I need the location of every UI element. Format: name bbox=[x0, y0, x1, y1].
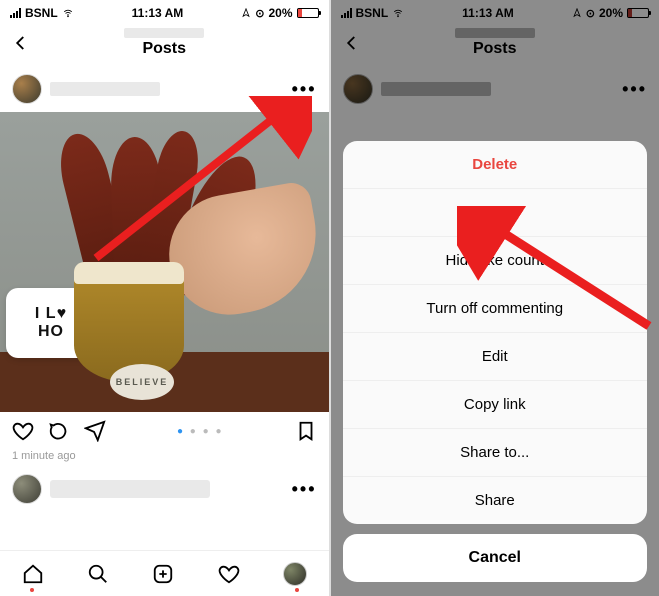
comment-icon[interactable] bbox=[48, 420, 70, 442]
phone-right: BSNL 11:13 AM ⊙ 20% Posts bbox=[331, 0, 659, 596]
menu-share[interactable]: Share bbox=[343, 477, 648, 524]
heart-icon[interactable] bbox=[12, 420, 34, 442]
clock-label: 11:13 AM bbox=[74, 6, 242, 20]
action-sheet-overlay[interactable]: Delete Archive Hide like count Turn off … bbox=[331, 0, 659, 596]
avatar[interactable] bbox=[12, 474, 42, 504]
phone-left: BSNL 11:13 AM ⊙ 20% Posts ••• bbox=[0, 0, 331, 596]
battery-icon bbox=[297, 8, 319, 18]
carousel-dots: ● ● ● ● bbox=[120, 426, 281, 437]
alarm-icon: ⊙ bbox=[255, 7, 264, 20]
more-icon[interactable]: ••• bbox=[292, 79, 317, 100]
page-header: Posts bbox=[0, 20, 329, 66]
avatar[interactable] bbox=[12, 74, 42, 104]
action-sheet: Delete Archive Hide like count Turn off … bbox=[343, 141, 648, 524]
nav-arrow-icon bbox=[241, 8, 251, 18]
timestamp: 1 minute ago bbox=[0, 450, 329, 468]
page-title: Posts bbox=[40, 40, 289, 58]
action-bar: ● ● ● ● bbox=[0, 412, 329, 450]
battery-label: 20% bbox=[268, 6, 292, 20]
menu-cancel[interactable]: Cancel bbox=[343, 534, 648, 582]
wifi-icon bbox=[62, 8, 74, 18]
add-icon[interactable] bbox=[152, 563, 174, 585]
post-author-bar: ••• bbox=[0, 66, 329, 112]
status-bar: BSNL 11:13 AM ⊙ 20% bbox=[0, 0, 329, 20]
tag-prop: BELIEVE bbox=[110, 364, 174, 400]
carrier-label: BSNL bbox=[25, 6, 58, 20]
more-icon[interactable]: ••• bbox=[292, 479, 317, 500]
signal-icon bbox=[10, 8, 21, 18]
menu-archive[interactable]: Archive bbox=[343, 189, 648, 237]
post-image[interactable]: I L♥HO BELIEVE bbox=[0, 112, 329, 412]
tab-bar bbox=[0, 550, 329, 596]
back-icon[interactable] bbox=[12, 34, 30, 52]
activity-icon[interactable] bbox=[218, 563, 240, 585]
menu-turn-off-comment[interactable]: Turn off commenting bbox=[343, 285, 648, 333]
share-icon[interactable] bbox=[84, 420, 106, 442]
search-icon[interactable] bbox=[87, 563, 109, 585]
username-blur[interactable] bbox=[50, 82, 160, 96]
bookmark-icon[interactable] bbox=[295, 420, 317, 442]
header-subtitle-blur bbox=[124, 28, 204, 38]
next-post-bar: ••• bbox=[0, 468, 329, 510]
home-icon[interactable] bbox=[22, 563, 44, 585]
menu-edit[interactable]: Edit bbox=[343, 333, 648, 381]
menu-share-to[interactable]: Share to... bbox=[343, 429, 648, 477]
menu-copy-link[interactable]: Copy link bbox=[343, 381, 648, 429]
username-blur[interactable] bbox=[50, 480, 210, 498]
profile-icon[interactable] bbox=[283, 562, 307, 586]
menu-delete[interactable]: Delete bbox=[343, 141, 648, 189]
menu-hide-like-count[interactable]: Hide like count bbox=[343, 237, 648, 285]
